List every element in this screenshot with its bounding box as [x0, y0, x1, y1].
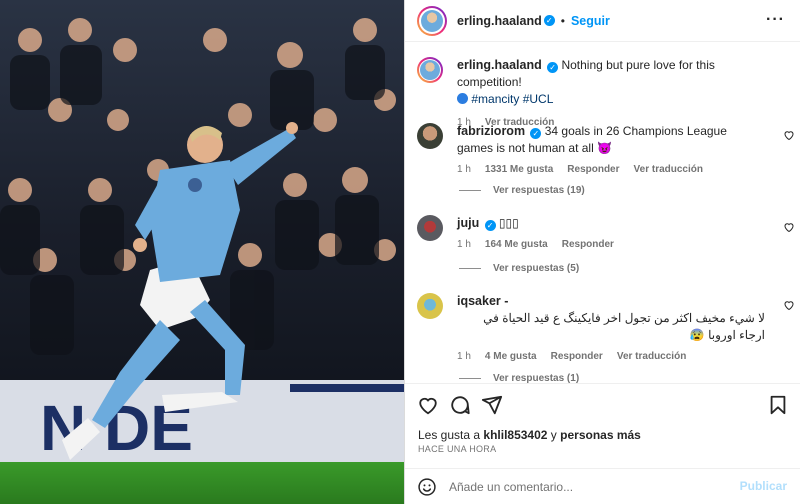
like-comment-heart-icon[interactable]: [783, 299, 795, 311]
photo-haaland-celebrating: N DE: [0, 0, 404, 504]
comment-body: fabriziorom ✓ 34 goals in 26 Champions L…: [457, 123, 765, 178]
view-replies-label: Ver respuestas (5): [493, 263, 580, 274]
hashtag-mancity[interactable]: #mancity: [471, 92, 519, 106]
comment-body: juju ✓ ▯▯▯ 1 h 164 Me gusta Responder: [457, 215, 765, 253]
view-replies-button[interactable]: Ver respuestas (5): [457, 263, 579, 274]
verified-icon: ✓: [547, 62, 559, 73]
view-replies-button[interactable]: Ver respuestas (19): [457, 185, 585, 196]
reply-button[interactable]: Responder: [562, 236, 614, 253]
like-comment-heart-icon[interactable]: [783, 221, 795, 233]
view-replies-button[interactable]: Ver respuestas (1): [457, 373, 579, 383]
likes-user[interactable]: khlil853402: [483, 428, 547, 442]
post-panel: erling.haaland ✓ • Seguir ··· erling.haa…: [404, 0, 800, 504]
caption-body: erling.haaland ✓ Nothing but pure love f…: [457, 57, 765, 131]
comment-input[interactable]: [449, 477, 729, 497]
more-options-icon[interactable]: ···: [766, 12, 785, 28]
bookmark-icon[interactable]: [767, 394, 789, 416]
caption-avatar[interactable]: [417, 57, 443, 83]
comment-username[interactable]: fabriziorom: [457, 124, 525, 138]
like-comment-heart-icon[interactable]: [783, 129, 795, 141]
verified-icon: ✓: [530, 128, 542, 139]
likes-and: y: [550, 428, 557, 442]
translate-link[interactable]: Ver traducción: [634, 161, 703, 178]
comment-avatar[interactable]: [417, 215, 443, 241]
author-avatar[interactable]: [417, 5, 447, 36]
post-time[interactable]: HACE UNA HORA: [418, 444, 496, 454]
comment-likes[interactable]: 164 Me gusta: [485, 236, 548, 253]
comments-section[interactable]: erling.haaland ✓ Nothing but pure love f…: [405, 43, 800, 383]
share-icon[interactable]: [481, 394, 503, 416]
comment-username[interactable]: iqsaker -: [457, 294, 508, 308]
separator-dot: •: [560, 13, 565, 28]
reply-button[interactable]: Responder: [567, 161, 619, 178]
likes-others[interactable]: personas más: [560, 428, 641, 442]
comment-time: 1 h: [457, 164, 471, 175]
comment-likes[interactable]: 4 Me gusta: [485, 348, 537, 365]
comment-icon[interactable]: [449, 394, 471, 416]
comment-time: 1 h: [457, 351, 471, 362]
comment-text: لا شيء مخيف اكثر من تجول اخر فايكينگ ع ق…: [483, 311, 765, 342]
comment-avatar[interactable]: [417, 293, 443, 319]
verified-icon: ✓: [543, 15, 555, 26]
comment-composer: Publicar: [405, 468, 800, 504]
author-username[interactable]: erling.haaland: [457, 14, 542, 28]
comment-text: ▯▯▯: [498, 216, 519, 230]
comment-username[interactable]: juju: [457, 216, 479, 230]
comment-time: 1 h: [457, 239, 471, 250]
publish-button[interactable]: Publicar: [740, 479, 787, 493]
blue-circle-emoji-icon: [457, 93, 468, 104]
caption-username[interactable]: erling.haaland: [457, 58, 542, 72]
translate-link[interactable]: Ver traducción: [617, 348, 686, 365]
likes-prefix: Les gusta a: [418, 428, 481, 442]
comment-avatar[interactable]: [417, 123, 443, 149]
post-image[interactable]: N DE: [0, 0, 404, 504]
heart-icon[interactable]: [417, 394, 439, 416]
view-replies-label: Ver respuestas (19): [493, 185, 585, 196]
emoji-icon[interactable]: [417, 477, 437, 497]
hashtag-ucl[interactable]: #UCL: [523, 92, 554, 106]
verified-icon: ✓: [484, 220, 496, 231]
likes-summary: Les gusta a khlil853402 y personas más: [418, 428, 641, 442]
follow-button[interactable]: Seguir: [571, 14, 610, 28]
comment-body: iqsaker - لا شيء مخيف اكثر من تجول اخر ف…: [457, 293, 765, 365]
comment-likes[interactable]: 1331 Me gusta: [485, 161, 553, 178]
view-replies-label: Ver respuestas (1): [493, 373, 580, 383]
reply-button[interactable]: Responder: [551, 348, 603, 365]
post-header: erling.haaland ✓ • Seguir ···: [405, 0, 800, 42]
action-bar: Les gusta a khlil853402 y personas más H…: [405, 383, 800, 503]
